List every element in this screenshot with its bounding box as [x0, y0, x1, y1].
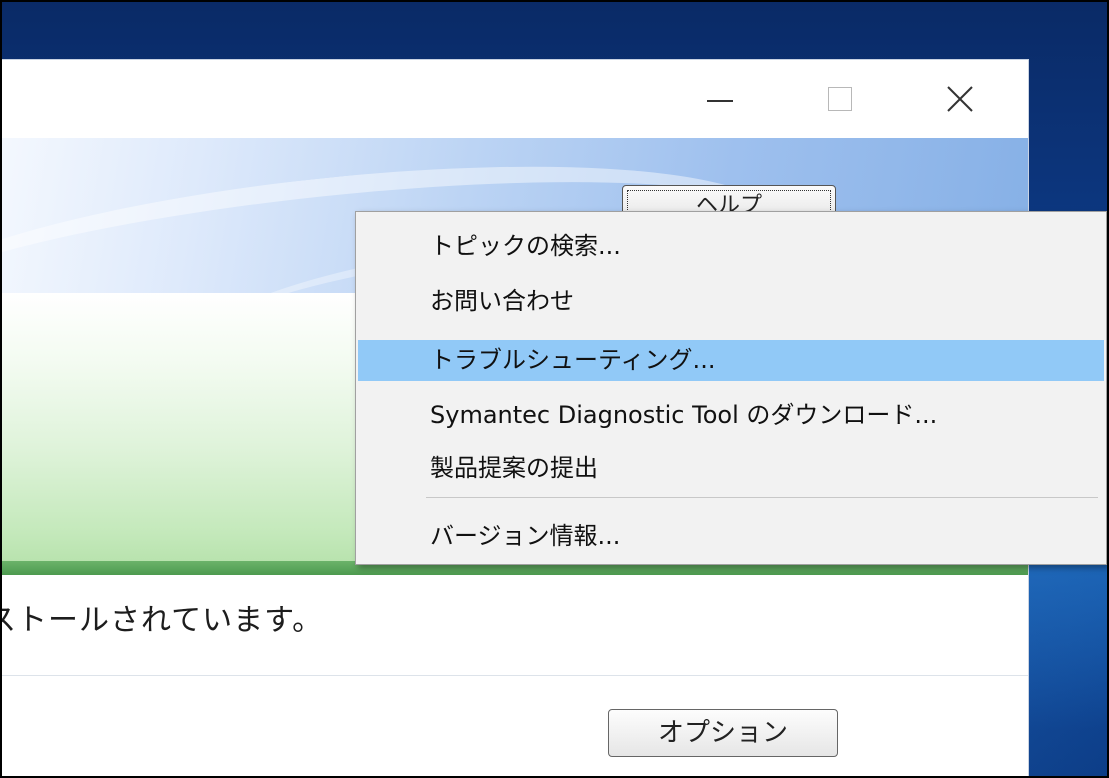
- menu-item-troubleshooting[interactable]: トラブルシューティング...: [358, 340, 1104, 381]
- close-icon: [947, 86, 973, 112]
- menu-item-search-topics[interactable]: トピックの検索...: [358, 226, 1104, 267]
- screen: ヘルプ ストールされています。 オプション トピックの検索... お問い合わせ …: [0, 0, 1109, 778]
- menu-item-contact[interactable]: お問い合わせ: [358, 281, 1104, 322]
- minimize-icon: [707, 100, 733, 102]
- maximize-button[interactable]: [805, 60, 875, 138]
- divider: [0, 675, 1028, 676]
- maximize-icon: [828, 87, 852, 111]
- close-button[interactable]: [925, 60, 995, 138]
- menu-item-submit-suggestion[interactable]: 製品提案の提出: [358, 448, 1104, 489]
- menu-separator: [426, 497, 1098, 498]
- menu-item-version-info[interactable]: バージョン情報...: [358, 516, 1104, 557]
- options-button[interactable]: オプション: [608, 709, 838, 757]
- help-menu: トピックの検索... お問い合わせ トラブルシューティング... Symante…: [355, 211, 1107, 565]
- menu-item-diagnostic-tool-download[interactable]: Symantec Diagnostic Tool のダウンロード...: [358, 395, 1104, 436]
- status-message-text: ストールされています。: [0, 603, 324, 638]
- title-bar: [0, 60, 1028, 138]
- minimize-button[interactable]: [685, 60, 755, 138]
- status-message: ストールされています。: [0, 595, 1028, 639]
